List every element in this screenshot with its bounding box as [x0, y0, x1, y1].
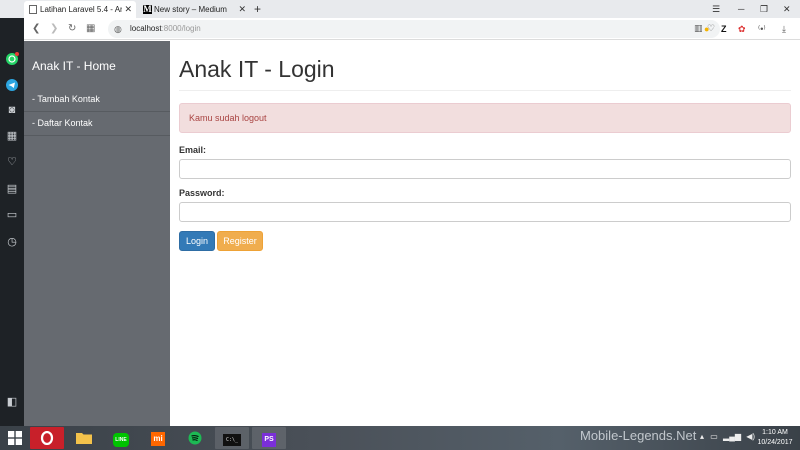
line-logo-icon: LINE: [113, 433, 129, 447]
app-sidebar: Anak IT - Home - Tambah Kontak - Daftar …: [24, 41, 170, 426]
sidebar-item-label: - Tambah Kontak: [32, 94, 100, 104]
tray-chevron-icon[interactable]: ▴: [700, 432, 704, 441]
camera-icon[interactable]: ◙: [0, 103, 24, 117]
password-label: Password:: [179, 188, 225, 198]
tab-latihan-laravel[interactable]: Latihan Laravel 5.4 - Anak ✕: [24, 1, 136, 18]
forward-icon[interactable]: ❯: [50, 21, 58, 37]
clock-time: 1:10 AM: [762, 429, 788, 436]
vpn-extension-icon[interactable]: ⁽•⁾: [758, 22, 766, 36]
terminal-icon: C:\_: [223, 434, 241, 446]
spotify-icon: [188, 431, 202, 445]
z-extension-icon[interactable]: Z: [721, 22, 727, 36]
login-button[interactable]: Login: [179, 231, 215, 251]
opera-logo: [40, 430, 54, 446]
address-bar[interactable]: ◍ localhost:8000/login ▥ ♡: [108, 20, 720, 38]
divider: [179, 90, 791, 91]
windows-taskbar: LINE mi C:\_ PS Mobile-Legends.Net ▴ ▭ ▂…: [0, 426, 800, 450]
taskbar-mi-icon[interactable]: mi: [141, 427, 175, 449]
windows-start-icon[interactable]: [8, 431, 22, 445]
tab-close-icon[interactable]: ✕: [124, 1, 132, 18]
sidebar-item-label: - Daftar Kontak: [32, 118, 93, 128]
alert-message: Kamu sudah logout: [189, 113, 267, 123]
page-title: Anak IT - Login: [179, 56, 335, 82]
document-icon: [29, 5, 37, 14]
tray-wifi-icon[interactable]: ▂▄▆: [723, 432, 741, 441]
sidebar-toggle-icon[interactable]: ◧: [0, 395, 24, 409]
heart-icon[interactable]: ♡: [0, 155, 24, 169]
password-field[interactable]: [179, 202, 791, 222]
whatsapp-icon[interactable]: [5, 52, 19, 66]
minimize-icon[interactable]: ─: [738, 2, 744, 16]
snapshot-icon[interactable]: ▥: [694, 23, 703, 34]
tray-volume-icon[interactable]: ◀): [746, 432, 755, 441]
mi-logo-icon: mi: [151, 432, 165, 446]
color-extension-icon[interactable]: ✿: [738, 22, 746, 36]
folder-icon: [76, 433, 92, 444]
tab-title: Latihan Laravel 5.4 - Anak: [40, 5, 122, 14]
globe-icon: ◍: [114, 24, 122, 34]
tab-close-icon[interactable]: ✕: [238, 1, 246, 18]
sidebar-item-daftar-kontak[interactable]: - Daftar Kontak: [24, 112, 170, 136]
tab-medium[interactable]: M New story – Medium ✕: [138, 1, 250, 18]
news-icon[interactable]: ▤: [0, 182, 24, 196]
download-icon[interactable]: ⤓: [782, 22, 786, 36]
browser-toolbar: ❮ ❯ ↻ ▦ ◍ localhost:8000/login ▥ ♡ ● Z ✿…: [24, 18, 800, 40]
phpstorm-logo-icon: PS: [262, 433, 276, 447]
tray-battery-icon[interactable]: ▭: [710, 432, 718, 441]
taskbar-opera-icon[interactable]: [30, 427, 64, 449]
email-label: Email:: [179, 145, 207, 155]
reload-icon[interactable]: ↻: [68, 21, 76, 37]
brand-link[interactable]: Anak IT - Home: [32, 59, 116, 73]
tab-title: New story – Medium: [154, 5, 227, 14]
sidebar-item-tambah-kontak[interactable]: - Tambah Kontak: [24, 88, 170, 112]
main-content: Anak IT - Login Kamu sudah logout Email:…: [170, 41, 800, 426]
player-icon[interactable]: ▭: [0, 208, 24, 222]
back-icon[interactable]: ❮: [32, 21, 40, 37]
apps-icon[interactable]: ▦: [0, 129, 24, 143]
taskbar-file-explorer-icon[interactable]: [67, 427, 101, 449]
close-window-icon[interactable]: ✕: [783, 2, 791, 16]
tab-bar: Latihan Laravel 5.4 - Anak ✕ M New story…: [0, 0, 800, 18]
maximize-icon[interactable]: ❐: [760, 2, 768, 16]
taskbar-clock[interactable]: 1:10 AM 10/24/2017: [755, 428, 795, 448]
taskbar-phpstorm-icon[interactable]: PS: [252, 427, 286, 449]
history-icon[interactable]: ◷: [0, 235, 24, 249]
speed-dial-icon[interactable]: ▦: [86, 21, 95, 37]
bulb-extension-icon[interactable]: ●: [704, 22, 709, 36]
email-field[interactable]: [179, 159, 791, 179]
telegram-icon[interactable]: [5, 78, 19, 92]
system-tray[interactable]: ▴ ▭ ▂▄▆ ◀): [700, 432, 755, 441]
opera-sidebar: ◙ ▦ ♡ ▤ ▭ ◷ ◧: [0, 0, 24, 426]
taskbar-line-icon[interactable]: LINE: [104, 427, 138, 449]
new-tab-button[interactable]: +: [254, 1, 261, 17]
url-text[interactable]: localhost:8000/login: [130, 23, 201, 35]
register-button[interactable]: Register: [217, 231, 263, 251]
taskbar-spotify-icon[interactable]: [178, 427, 212, 449]
logout-alert: Kamu sudah logout: [179, 103, 791, 133]
medium-favicon-icon: M: [143, 4, 152, 14]
taskbar-terminal-icon[interactable]: C:\_: [215, 427, 249, 449]
tab-menu-icon[interactable]: ☰: [712, 2, 720, 16]
watermark-text: Mobile-Legends.Net: [580, 428, 697, 443]
clock-date: 10/24/2017: [757, 439, 793, 446]
